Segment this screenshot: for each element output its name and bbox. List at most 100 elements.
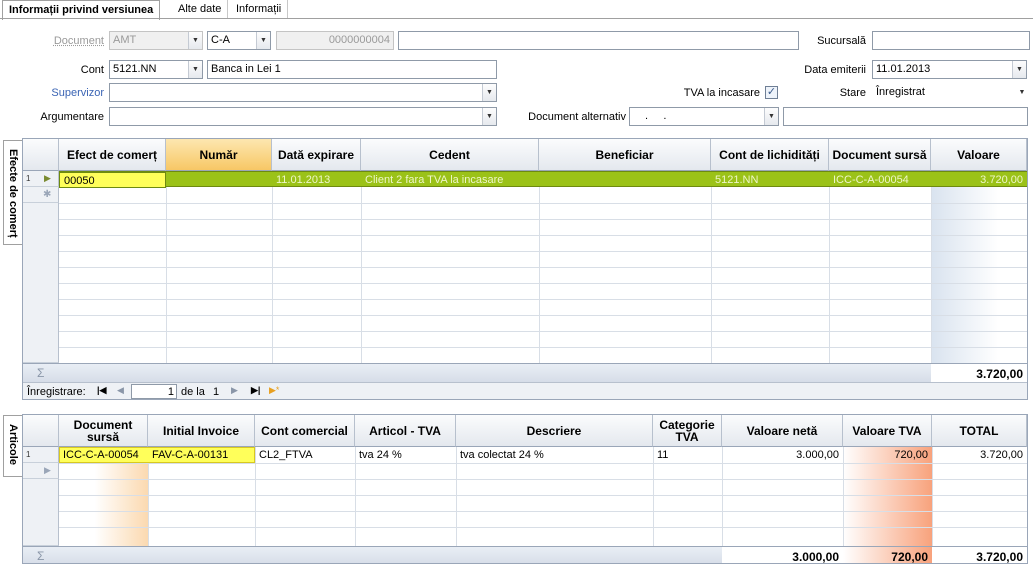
grid-vline <box>272 171 273 363</box>
col-numar[interactable]: Număr <box>166 139 272 171</box>
sidetab-articole[interactable]: Articole <box>3 415 22 477</box>
cell-cont-comercial[interactable]: CL2_FTVA <box>255 447 355 463</box>
col-categorie-tva[interactable]: Categorie TVA <box>653 415 722 447</box>
grid-line <box>59 219 1027 220</box>
col-cont-comercial[interactable]: Cont comercial <box>255 415 355 447</box>
row-indicator[interactable]: 1 <box>23 447 59 463</box>
col-efect-comert[interactable]: Efect de comerț <box>59 139 166 171</box>
grid2-corner <box>23 415 59 447</box>
next-record-icon[interactable]: ▶ <box>231 385 238 396</box>
cell-total[interactable]: 3.720,00 <box>932 447 1027 463</box>
efecte-comert-grid: Efect de comerț Număr Dată expirare Cede… <box>22 138 1028 400</box>
row-indicator-current[interactable]: ▶ <box>23 463 59 479</box>
document-alternativ-dropdown[interactable]: . . ▼ <box>629 107 779 126</box>
stare-dropdown[interactable]: Înregistrat ▼ <box>872 83 1030 102</box>
new-record-icon[interactable]: ▶* <box>269 385 279 396</box>
cell-initial-invoice[interactable]: FAV-C-A-00131 <box>148 447 255 463</box>
grid-vline <box>166 171 167 363</box>
new-row-indicator[interactable]: ✱ <box>23 187 59 203</box>
table-row[interactable]: ICC-C-A-00054 FAV-C-A-00131 CL2_FTVA tva… <box>59 447 1027 463</box>
grid-line <box>59 463 1027 464</box>
cell-articol-tva[interactable]: tva 24 % <box>355 447 456 463</box>
col-descriere[interactable]: Descriere <box>456 415 653 447</box>
cell-numar[interactable] <box>166 172 272 188</box>
grid-line <box>59 267 1027 268</box>
grid-line <box>59 479 1027 480</box>
prev-record-icon[interactable]: ◀ <box>117 385 124 396</box>
grid-vline <box>539 171 540 363</box>
col-document-sursa-2[interactable]: Document sursă <box>59 415 148 447</box>
chevron-down-icon[interactable]: ▼ <box>764 108 778 125</box>
last-record-icon[interactable]: ▶| <box>251 385 260 396</box>
chevron-down-icon[interactable]: ▼ <box>1015 84 1029 101</box>
data-emiterii-label: Data emiterii <box>804 64 866 76</box>
tab-divider <box>0 18 1033 19</box>
current-row-arrow-icon: ▶ <box>44 173 51 183</box>
data-emiterii-field[interactable]: 11.01.2013 ▼ <box>872 60 1027 79</box>
tab-informatii[interactable]: Informații <box>230 0 289 19</box>
col-articol-tva[interactable]: Articol - TVA <box>355 415 456 447</box>
document-series-value: C-A <box>211 34 230 46</box>
cell-efect-comert[interactable]: 00050 <box>59 172 166 188</box>
document-alternativ-extra-field[interactable] <box>783 107 1028 126</box>
cont-name-field[interactable]: Banca in Lei 1 <box>207 60 497 79</box>
col-document-sursa[interactable]: Document sursă <box>829 139 931 171</box>
grid-vline <box>361 171 362 363</box>
chevron-down-icon[interactable]: ▼ <box>188 32 202 49</box>
col-initial-invoice[interactable]: Initial Invoice <box>148 415 255 447</box>
nav-label: Înregistrare: <box>27 386 86 398</box>
document-alternativ-value: . . <box>645 110 667 122</box>
supervizor-dropdown[interactable]: ▼ <box>109 83 497 102</box>
document-series-dropdown[interactable]: C-A ▼ <box>207 31 271 50</box>
cell-valoare-tva[interactable]: 720,00 <box>843 447 932 463</box>
tva-incasare-checkbox[interactable]: ✓ <box>765 86 778 99</box>
grid-vline <box>711 171 712 363</box>
grid1-total: 3.720,00 <box>976 367 1023 381</box>
document-type-value: AMT <box>113 34 137 46</box>
grid-line <box>59 511 1027 512</box>
col-total[interactable]: TOTAL <box>932 415 1027 447</box>
tab-alte-date[interactable]: Alte date <box>172 0 229 19</box>
cell-categorie-tva[interactable]: 11 <box>653 447 722 463</box>
argumentare-dropdown[interactable]: ▼ <box>109 107 497 126</box>
col-valoare[interactable]: Valoare <box>931 139 1027 171</box>
cell-beneficiar[interactable] <box>539 172 711 188</box>
row-number: 1 <box>26 174 31 183</box>
chevron-down-icon[interactable]: ▼ <box>1012 61 1026 78</box>
col-cedent[interactable]: Cedent <box>361 139 539 171</box>
first-record-icon[interactable]: |◀ <box>97 385 106 396</box>
cell-data-expirare[interactable]: 11.01.2013 <box>272 172 361 188</box>
col-data-expirare[interactable]: Dată expirare <box>272 139 361 171</box>
row-indicator-empty <box>23 203 59 363</box>
sidetab-efecte-comert[interactable]: Efecte de comerț <box>3 140 22 245</box>
cont-label: Cont <box>80 64 104 76</box>
sucursala-label: Sucursală <box>817 35 866 47</box>
chevron-down-icon[interactable]: ▼ <box>482 108 496 125</box>
tab-informatii-versiune[interactable]: Informații privind versiunea <box>2 0 161 20</box>
document-extra-field[interactable] <box>398 31 799 50</box>
record-number-input[interactable]: 1 <box>131 384 177 399</box>
cont-dropdown[interactable]: 5121.NN ▼ <box>109 60 203 79</box>
col-valoare-tva[interactable]: Valoare TVA <box>843 415 932 447</box>
col-valoare-neta[interactable]: Valoare netă <box>722 415 843 447</box>
sucursala-field[interactable] <box>872 31 1030 50</box>
document-type-dropdown[interactable]: AMT ▼ <box>109 31 203 50</box>
cell-cedent[interactable]: Client 2 fara TVA la incasare <box>361 172 539 188</box>
document-number-field[interactable]: 0000000004 <box>276 31 394 50</box>
table-row[interactable]: 00050 11.01.2013 Client 2 fara TVA la in… <box>59 171 1027 188</box>
document-label: Document <box>53 35 104 47</box>
cell-descriere[interactable]: tva colectat 24 % <box>456 447 653 463</box>
total-valoare-tva: 720,00 <box>891 550 928 564</box>
cell-valoare[interactable]: 3.720,00 <box>931 172 1027 188</box>
col-beneficiar[interactable]: Beneficiar <box>539 139 711 171</box>
col-cont-lichiditati[interactable]: Cont de lichidități <box>711 139 829 171</box>
cell-document-sursa[interactable]: ICC-C-A-00054 <box>829 172 931 188</box>
row-indicator[interactable]: 1 ▶ <box>23 171 59 187</box>
chevron-down-icon[interactable]: ▼ <box>256 32 270 49</box>
cell-cont-lichiditati[interactable]: 5121.NN <box>711 172 829 188</box>
grid1-corner <box>23 139 59 171</box>
chevron-down-icon[interactable]: ▼ <box>482 84 496 101</box>
cell-document-sursa-2[interactable]: ICC-C-A-00054 <box>59 447 148 463</box>
cell-valoare-neta[interactable]: 3.000,00 <box>722 447 843 463</box>
chevron-down-icon[interactable]: ▼ <box>188 61 202 78</box>
